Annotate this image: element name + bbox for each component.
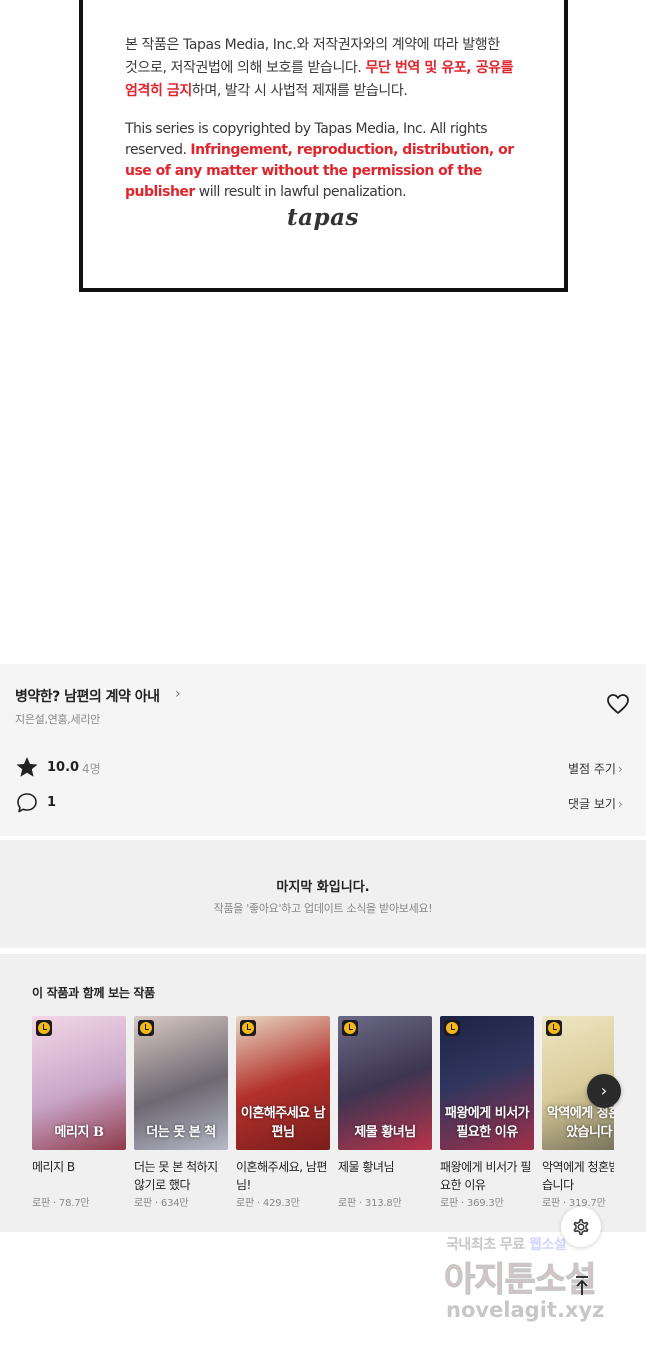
tapas-logo: tapas [287, 204, 359, 231]
star-icon [16, 757, 38, 777]
cover-title: 더는 못 본 척 [146, 1125, 216, 1140]
card-title: 악역에게 청혼받았습니다 [542, 1160, 614, 1192]
last-episode-subtitle: 작품을 '좋아요'하고 업데이트 소식을 받아보세요! [213, 902, 433, 915]
recommendations-section: 이 작품과 함께 보는 작품 메리지 B 메리지 B 로판 · 78.7만 더는… [0, 954, 646, 1232]
cover-title: 제물 황녀님 [354, 1125, 416, 1140]
card-title: 더는 못 본 척하지 않기로 했다 [134, 1160, 218, 1192]
cover-image: 패왕에게 비서가 필요한 이유 [440, 1016, 534, 1150]
chevron-right-icon: › [600, 1081, 608, 1100]
cover-image: 제물 황녀님 [338, 1016, 432, 1150]
card-meta: 로판 · 78.7만 [32, 1198, 90, 1209]
rate-button-label: 별점 주기 [568, 762, 616, 776]
rating-count: 4명 [82, 762, 101, 776]
cover-title: 이혼해주세요 남편님 [240, 1106, 326, 1140]
notice-korean: 본 작품은 Tapas Media, Inc.와 저작권자와의 계약에 따라 발… [125, 34, 535, 103]
comments-button-label: 댓글 보기 [568, 797, 616, 811]
series-info: 병약한? 남편의 계약 아내 › 지은설,연홍,세리안 10.0 4명 별점 주… [0, 664, 646, 836]
wait-free-clock-icon [342, 1020, 358, 1036]
watermark-highlight: 웹소설 [529, 1237, 567, 1253]
watermark-line1: 국내최초 무료 웹소설 [446, 1234, 567, 1254]
card-title: 메리지 B [32, 1160, 75, 1174]
wait-free-clock-icon [138, 1020, 154, 1036]
card-title: 제물 황녀님 [338, 1160, 395, 1174]
series-title-link[interactable]: 병약한? 남편의 계약 아내 [15, 686, 160, 706]
chevron-right-icon: › [175, 686, 181, 702]
recommendation-card[interactable]: 악역에게 청혼받았습니다 악역에게 청혼받았습니다 로판 · 319.7만 [542, 1016, 614, 1209]
wait-free-clock-icon [546, 1020, 562, 1036]
card-title: 이혼해주세요, 남편님! [236, 1160, 327, 1192]
comment-count: 1 [47, 795, 57, 810]
rate-button[interactable]: 별점 주기 › [568, 760, 623, 777]
comments-button[interactable]: 댓글 보기 › [568, 795, 623, 812]
notice-ko-warning: 무단 번역 및 유포, 공유를 [365, 60, 514, 76]
scroll-to-top-icon[interactable] [570, 1274, 594, 1298]
cover-title: 메리지 B [54, 1125, 104, 1140]
cover-title: 패왕에게 비서가 필요한 이유 [444, 1106, 530, 1140]
watermark: 국내최초 무료 웹소설 아지툰소설 novelagit.xyz [440, 1234, 640, 1334]
notice-en-text-end: will result in lawful penalization. [194, 184, 407, 200]
watermark-text: 국내최초 무료 [446, 1237, 530, 1253]
card-title: 패왕에게 비서가 필요한 이유 [440, 1160, 531, 1192]
card-meta: 로판 · 313.8만 [338, 1198, 402, 1209]
recommendation-card[interactable]: 패왕에게 비서가 필요한 이유 패왕에게 비서가 필요한 이유 로판 · 369… [440, 1016, 534, 1209]
series-authors: 지은설,연홍,세리안 [15, 713, 100, 726]
cover-image: 더는 못 본 척 [134, 1016, 228, 1150]
gear-icon [573, 1219, 589, 1235]
recommendation-card[interactable]: 더는 못 본 척 더는 못 본 척하지 않기로 했다 로판 · 634만 [134, 1016, 228, 1209]
notice-ko-line1: 본 작품은 Tapas Media, Inc.와 저작권자와의 계약에 따라 발… [125, 37, 500, 53]
wait-free-clock-icon [36, 1020, 52, 1036]
notice-ko-warning-2: 엄격히 금지 [125, 83, 192, 99]
notice-english: This series is copyrighted by Tapas Medi… [125, 119, 535, 203]
card-meta: 로판 · 369.3만 [440, 1198, 504, 1209]
card-meta: 로판 · 634만 [134, 1198, 189, 1209]
recommendations-heading: 이 작품과 함께 보는 작품 [32, 986, 155, 1000]
last-episode-title: 마지막 화입니다. [276, 880, 370, 895]
card-meta: 로판 · 429.3만 [236, 1198, 300, 1209]
cover-image: 이혼해주세요 남편님 [236, 1016, 330, 1150]
chevron-right-icon: › [617, 797, 623, 811]
carousel-next-button[interactable]: › [587, 1074, 621, 1108]
last-episode-banner: 마지막 화입니다. 작품을 '좋아요'하고 업데이트 소식을 받아보세요! [0, 840, 646, 948]
notice-ko-line3: 하며, 발각 시 사법적 제재를 받습니다. [191, 83, 408, 99]
chevron-right-icon: › [617, 762, 623, 776]
recommendation-card[interactable]: 메리지 B 메리지 B 로판 · 78.7만 [32, 1016, 126, 1209]
copyright-notice: 본 작품은 Tapas Media, Inc.와 저작권자와의 계약에 따라 발… [79, 0, 568, 292]
cover-image: 메리지 B [32, 1016, 126, 1150]
recommendations-carousel[interactable]: 메리지 B 메리지 B 로판 · 78.7만 더는 못 본 척 더는 못 본 척… [32, 1016, 614, 1226]
rating-value: 10.0 [47, 760, 80, 775]
recommendation-card[interactable]: 제물 황녀님 제물 황녀님 로판 · 313.8만 [338, 1016, 432, 1209]
watermark-line3: novelagit.xyz [446, 1298, 605, 1322]
recommendation-card[interactable]: 이혼해주세요 남편님 이혼해주세요, 남편님! 로판 · 429.3만 [236, 1016, 330, 1209]
settings-button[interactable] [561, 1207, 601, 1247]
notice-ko-line2: 것으로, 저작권법에 의해 보호를 받습니다. [125, 60, 366, 76]
wait-free-clock-icon [240, 1020, 256, 1036]
heart-icon[interactable] [606, 693, 630, 715]
comment-icon [17, 793, 37, 813]
wait-free-clock-icon [444, 1020, 460, 1036]
